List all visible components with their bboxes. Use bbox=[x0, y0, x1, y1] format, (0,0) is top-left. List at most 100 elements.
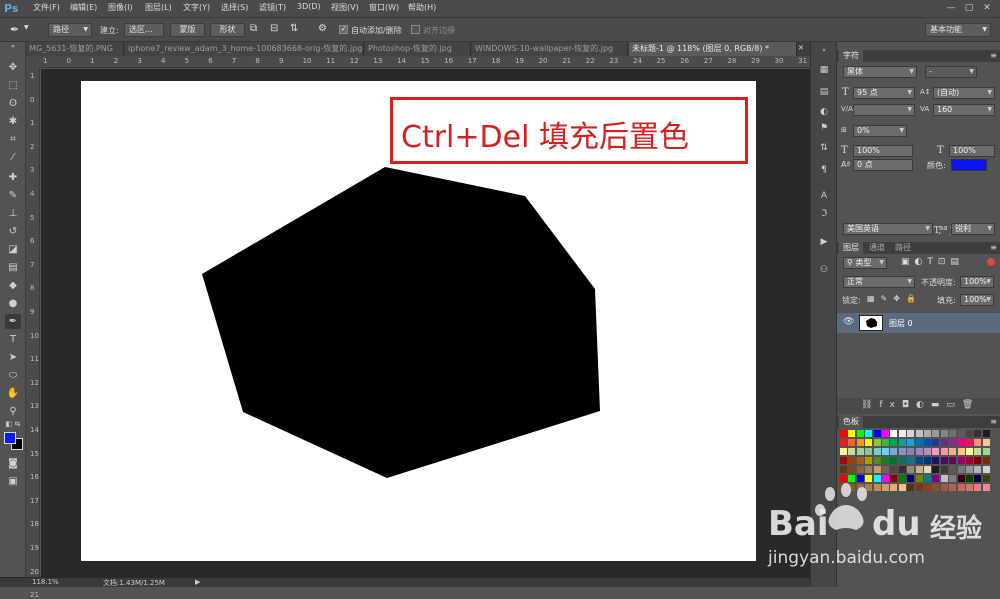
hand-tool-icon[interactable]: ✋ bbox=[5, 386, 21, 401]
make-shape-button[interactable]: 形状 bbox=[210, 23, 245, 37]
blur-tool-icon[interactable]: ◆ bbox=[5, 278, 21, 293]
menu-filter[interactable]: 滤镜(T) bbox=[259, 2, 286, 13]
color-swatch[interactable] bbox=[966, 448, 973, 455]
color-swatch[interactable] bbox=[882, 466, 889, 473]
color-swatch[interactable] bbox=[898, 457, 906, 464]
color-swatch[interactable] bbox=[974, 430, 982, 437]
panel-menu-icon[interactable]: ≡ bbox=[990, 51, 997, 60]
color-swatch[interactable] bbox=[856, 457, 864, 464]
color-swatch[interactable] bbox=[940, 439, 948, 446]
language-select[interactable]: 美国英语 ▼ bbox=[843, 223, 933, 235]
color-swatch[interactable] bbox=[898, 430, 906, 437]
color-swatch[interactable] bbox=[848, 466, 856, 473]
menu-view[interactable]: 视图(V) bbox=[331, 2, 359, 13]
color-swatch[interactable] bbox=[982, 439, 990, 446]
color-swatch[interactable] bbox=[932, 439, 940, 446]
color-swatch[interactable] bbox=[840, 448, 847, 455]
color-swatch[interactable] bbox=[840, 466, 847, 473]
tool-presets-icon[interactable]: A bbox=[817, 190, 831, 203]
play-timeline-icon[interactable]: ▶ bbox=[817, 236, 831, 249]
color-swatch[interactable] bbox=[882, 448, 889, 455]
menu-edit[interactable]: 编辑(E) bbox=[70, 2, 97, 13]
color-swatch[interactable] bbox=[856, 430, 864, 437]
color-swatch[interactable] bbox=[856, 448, 864, 455]
color-swatch[interactable] bbox=[848, 430, 856, 437]
antialias-select[interactable]: 锐利 ▼ bbox=[951, 223, 995, 235]
tracking-select[interactable]: 160 ▼ bbox=[933, 104, 995, 116]
filter-toggle-icon[interactable] bbox=[987, 258, 995, 266]
tab-document-1[interactable]: MG_5631-恢复的.PNG bbox=[26, 42, 124, 56]
scale-select[interactable]: 0% ▼ bbox=[853, 125, 907, 137]
preset-chevron-icon[interactable]: ▼ bbox=[24, 24, 29, 31]
panel-menu-icon[interactable]: ≡ bbox=[990, 243, 997, 252]
color-swatch[interactable] bbox=[982, 457, 990, 464]
color-swatch[interactable] bbox=[856, 466, 864, 473]
color-swatch[interactable] bbox=[840, 439, 847, 446]
color-swatch[interactable] bbox=[982, 448, 990, 455]
color-swatch[interactable] bbox=[982, 430, 990, 437]
menu-3d[interactable]: 3D(D) bbox=[297, 2, 321, 11]
brush-tool-icon[interactable]: ✎ bbox=[5, 188, 21, 203]
color-swatch[interactable] bbox=[907, 439, 915, 446]
color-swatch[interactable] bbox=[898, 466, 906, 473]
history-panel-icon[interactable]: ▦ bbox=[817, 64, 831, 77]
color-swatch[interactable] bbox=[966, 430, 973, 437]
menu-file[interactable]: 文件(F) bbox=[33, 2, 60, 13]
gradient-tool-icon[interactable]: ▤ bbox=[5, 260, 21, 275]
path-alignment-icon[interactable]: ⊟ bbox=[270, 23, 278, 34]
color-swatch[interactable] bbox=[940, 466, 948, 473]
color-swatch[interactable] bbox=[907, 466, 915, 473]
tab-character[interactable]: 字符 bbox=[839, 50, 863, 62]
lock-options-icons[interactable]: ▦✎✥🔒 bbox=[867, 294, 922, 303]
history-brush-icon[interactable]: ↺ bbox=[5, 224, 21, 239]
color-swatch[interactable] bbox=[848, 439, 856, 446]
color-swatch[interactable] bbox=[856, 439, 864, 446]
panel-collapse-icon[interactable]: » bbox=[5, 44, 21, 50]
quick-mask-icon[interactable]: ◙ bbox=[5, 456, 21, 471]
gear-icon[interactable]: ⚙ bbox=[318, 23, 327, 34]
color-swatch[interactable] bbox=[924, 466, 931, 473]
color-swatch[interactable] bbox=[882, 430, 889, 437]
color-swatch[interactable] bbox=[865, 448, 873, 455]
menu-layer[interactable]: 图层(L) bbox=[145, 2, 172, 13]
path-arrangement-icon[interactable]: ⇅ bbox=[290, 23, 298, 34]
color-swatch[interactable] bbox=[957, 448, 965, 455]
color-swatch[interactable] bbox=[873, 448, 881, 455]
adjustments-panel-icon[interactable]: ◐ bbox=[817, 106, 831, 119]
foreground-color-swatch[interactable] bbox=[4, 432, 16, 444]
type-tool-icon[interactable]: T bbox=[5, 332, 21, 347]
color-swatch[interactable] bbox=[890, 439, 898, 446]
color-swatch[interactable] bbox=[974, 448, 982, 455]
color-swatch[interactable] bbox=[907, 430, 915, 437]
opacity-field[interactable]: 100% ▼ bbox=[960, 276, 994, 288]
color-swatch[interactable] bbox=[949, 466, 957, 473]
tab-active-document[interactable]: 未标题-1 @ 118% (图层 0, RGB/8) * bbox=[629, 42, 797, 56]
panel-menu-icon[interactable]: ≡ bbox=[990, 417, 997, 426]
color-swatch[interactable] bbox=[865, 430, 873, 437]
strip-collapse-icon[interactable]: « bbox=[817, 44, 831, 57]
tab-document-3[interactable]: Photoshop-恢复的.jpg bbox=[365, 42, 471, 56]
color-swatch[interactable] bbox=[915, 466, 923, 473]
color-swatch[interactable] bbox=[940, 448, 948, 455]
color-swatch[interactable] bbox=[915, 457, 923, 464]
path-selection-icon[interactable]: ➤ bbox=[5, 350, 21, 365]
move-tool-icon[interactable]: ✥ bbox=[5, 60, 21, 75]
color-swatch[interactable] bbox=[907, 457, 915, 464]
color-swatch[interactable] bbox=[873, 466, 881, 473]
color-swatch[interactable] bbox=[957, 457, 965, 464]
paragraph-panel-icon[interactable]: ¶ bbox=[817, 164, 831, 177]
pen-tool-preset-icon[interactable]: ✒ bbox=[10, 23, 19, 36]
menu-window[interactable]: 窗口(W) bbox=[369, 2, 399, 13]
default-colors-icon[interactable]: ◧ ⇆ bbox=[5, 420, 21, 429]
color-swatch[interactable] bbox=[840, 457, 847, 464]
color-swatch[interactable] bbox=[949, 430, 957, 437]
layer-filter-icons[interactable]: ▣◐T⊡▤ bbox=[901, 257, 964, 267]
eyedropper-icon[interactable]: ⁄ bbox=[5, 150, 21, 165]
color-swatch[interactable] bbox=[890, 448, 898, 455]
color-swatch[interactable] bbox=[865, 439, 873, 446]
color-swatch[interactable] bbox=[940, 457, 948, 464]
color-swatch[interactable] bbox=[966, 466, 973, 473]
color-swatch[interactable] bbox=[915, 448, 923, 455]
pen-tool-icon[interactable]: ✒ bbox=[5, 314, 21, 329]
align-edges-checkbox[interactable] bbox=[411, 25, 420, 34]
